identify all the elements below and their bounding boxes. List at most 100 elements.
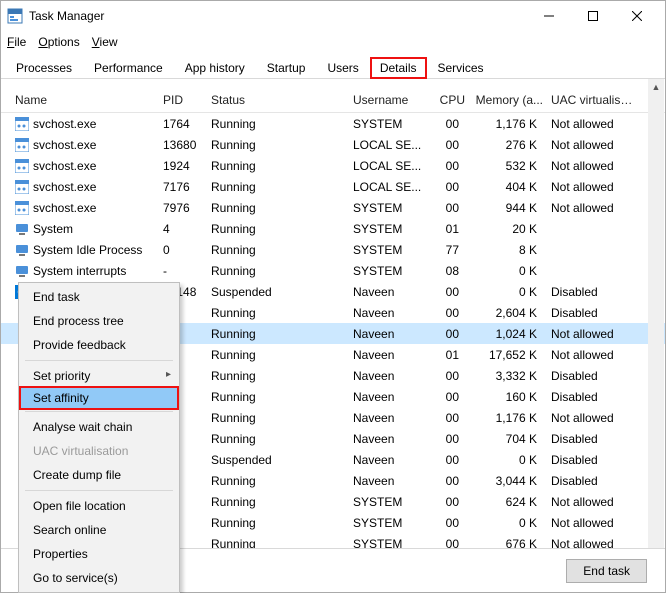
cm-open-loc[interactable]: Open file location <box>19 494 179 518</box>
cell-mem: 944 K <box>469 201 547 215</box>
tab-startup[interactable]: Startup <box>256 56 317 79</box>
tab-details[interactable]: Details <box>370 57 427 79</box>
cell-cpu: 00 <box>431 369 469 383</box>
cell-mem: 532 K <box>469 159 547 173</box>
table-row[interactable]: svchost.exe7976RunningSYSTEM00944 KNot a… <box>1 197 665 218</box>
cell-user: LOCAL SE... <box>349 138 431 152</box>
cell-uac: Not allowed <box>547 348 639 362</box>
table-row[interactable]: svchost.exe7176RunningLOCAL SE...00404 K… <box>1 176 665 197</box>
cell-status: Running <box>207 474 349 488</box>
cell-uac: Not allowed <box>547 201 639 215</box>
process-icon <box>15 117 29 131</box>
tab-processes[interactable]: Processes <box>5 56 83 79</box>
cell-cpu: 00 <box>431 516 469 530</box>
col-status[interactable]: Status <box>207 91 349 109</box>
process-icon <box>15 180 29 194</box>
cell-pid: - <box>159 264 207 278</box>
cell-user: SYSTEM <box>349 222 431 236</box>
titlebar[interactable]: Task Manager <box>1 1 665 31</box>
tab-users[interactable]: Users <box>316 56 369 79</box>
cell-name: svchost.exe <box>11 117 159 131</box>
cell-uac: Not allowed <box>547 180 639 194</box>
menu-view[interactable]: View <box>92 35 118 49</box>
cell-status: Running <box>207 516 349 530</box>
window-controls <box>527 2 659 30</box>
cell-status: Running <box>207 537 349 549</box>
table-row[interactable]: svchost.exe13680RunningLOCAL SE...00276 … <box>1 134 665 155</box>
cell-status: Running <box>207 264 349 278</box>
cell-user: Naveen <box>349 474 431 488</box>
context-menu: End task End process tree Provide feedba… <box>18 282 180 593</box>
tab-services[interactable]: Services <box>427 56 495 79</box>
cm-set-priority[interactable]: Set priority <box>19 364 179 388</box>
minimize-button[interactable] <box>527 2 571 30</box>
cell-status: Suspended <box>207 453 349 467</box>
cm-goto-svc[interactable]: Go to service(s) <box>19 566 179 590</box>
cell-mem: 3,044 K <box>469 474 547 488</box>
cell-uac: Disabled <box>547 306 639 320</box>
table-row[interactable]: svchost.exe1764RunningSYSTEM001,176 KNot… <box>1 113 665 134</box>
cell-status: Running <box>207 243 349 257</box>
col-memory[interactable]: Memory (a... <box>469 91 547 109</box>
cell-name: svchost.exe <box>11 201 159 215</box>
cm-dump[interactable]: Create dump file <box>19 463 179 487</box>
cm-analyse[interactable]: Analyse wait chain <box>19 415 179 439</box>
cell-user: SYSTEM <box>349 537 431 549</box>
cell-mem: 160 K <box>469 390 547 404</box>
cell-cpu: 00 <box>431 285 469 299</box>
cm-end-task[interactable]: End task <box>19 285 179 309</box>
menu-file[interactable]: File <box>7 35 26 49</box>
close-button[interactable] <box>615 2 659 30</box>
cell-mem: 404 K <box>469 180 547 194</box>
sort-caret-icon: ⌃ <box>79 91 87 94</box>
cell-cpu: 00 <box>431 390 469 404</box>
end-task-button[interactable]: End task <box>566 559 647 583</box>
table-row[interactable]: System Idle Process0RunningSYSTEM778 K <box>1 239 665 260</box>
cell-pid: 7976 <box>159 201 207 215</box>
tab-performance[interactable]: Performance <box>83 56 174 79</box>
cell-mem: 676 K <box>469 537 547 549</box>
table-row[interactable]: System interrupts-RunningSYSTEM080 K <box>1 260 665 281</box>
cell-status: Running <box>207 390 349 404</box>
cell-status: Running <box>207 180 349 194</box>
cm-separator <box>25 411 173 412</box>
cm-set-affinity[interactable]: Set affinity <box>19 386 179 410</box>
cell-status: Running <box>207 201 349 215</box>
process-icon <box>15 138 29 152</box>
table-row[interactable]: svchost.exe1924RunningLOCAL SE...00532 K… <box>1 155 665 176</box>
cell-user: Naveen <box>349 306 431 320</box>
cell-pid: 1764 <box>159 117 207 131</box>
cell-name: svchost.exe <box>11 138 159 152</box>
col-cpu[interactable]: CPU <box>431 91 469 109</box>
cm-properties[interactable]: Properties <box>19 542 179 566</box>
col-pid[interactable]: PID <box>159 91 207 109</box>
tab-apphistory[interactable]: App history <box>174 56 256 79</box>
cell-mem: 1,024 K <box>469 327 547 341</box>
col-name[interactable]: Name⌃ <box>11 91 159 109</box>
cell-mem: 2,604 K <box>469 306 547 320</box>
cell-user: Naveen <box>349 348 431 362</box>
cell-status: Running <box>207 117 349 131</box>
scroll-up-icon[interactable]: ▲ <box>648 79 664 95</box>
table-row[interactable]: System4RunningSYSTEM0120 K <box>1 218 665 239</box>
cell-mem: 8 K <box>469 243 547 257</box>
menu-options[interactable]: Options <box>38 35 79 49</box>
cm-feedback[interactable]: Provide feedback <box>19 333 179 357</box>
cell-uac: Disabled <box>547 285 639 299</box>
process-icon <box>15 159 29 173</box>
cell-cpu: 00 <box>431 495 469 509</box>
cell-cpu: 00 <box>431 411 469 425</box>
cell-mem: 0 K <box>469 285 547 299</box>
cell-cpu: 00 <box>431 201 469 215</box>
cm-end-tree[interactable]: End process tree <box>19 309 179 333</box>
col-uac[interactable]: UAC virtualisat... <box>547 91 639 109</box>
cell-mem: 1,176 K <box>469 117 547 131</box>
col-username[interactable]: Username <box>349 91 431 109</box>
cell-user: SYSTEM <box>349 516 431 530</box>
vertical-scrollbar[interactable]: ▲ <box>648 79 664 548</box>
cell-uac: Disabled <box>547 453 639 467</box>
cell-mem: 704 K <box>469 432 547 446</box>
cell-cpu: 00 <box>431 537 469 549</box>
cm-search[interactable]: Search online <box>19 518 179 542</box>
maximize-button[interactable] <box>571 2 615 30</box>
